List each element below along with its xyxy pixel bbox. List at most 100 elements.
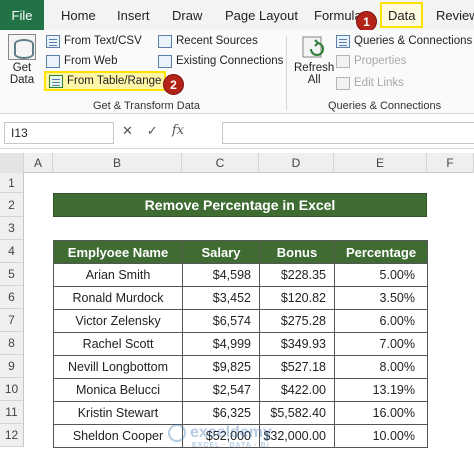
select-all-corner[interactable] [0,153,24,173]
from-web-button[interactable]: From Web [46,52,117,70]
cell-percentage[interactable]: 3.50% [334,286,428,310]
properties-button[interactable]: Properties [336,52,406,70]
from-table-range-button[interactable]: From Table/Range [44,71,167,91]
group-separator [286,36,287,110]
text-file-icon [46,34,60,48]
refresh-label-1: Refresh [294,62,335,74]
row-header[interactable]: 11 [0,401,24,424]
from-text-csv-button[interactable]: From Text/CSV [46,32,142,50]
row-header[interactable]: 10 [0,378,24,401]
table-row: Nevill Longbottom $9,825 $527.18 8.00% [53,355,428,379]
edit-links-icon [336,76,350,90]
group-label-queries: Queries & Connections [328,100,442,112]
cancel-icon[interactable]: ✕ [122,123,133,139]
cell-salary[interactable]: $4,598 [182,263,260,287]
cell-name[interactable]: Sheldon Cooper [53,424,183,448]
cell-bonus[interactable]: $422.00 [259,378,335,402]
cell-name[interactable]: Rachel Scott [53,332,183,356]
cell-percentage[interactable]: 6.00% [334,309,428,333]
cell-bonus[interactable]: $275.28 [259,309,335,333]
cell-percentage[interactable]: 10.00% [334,424,428,448]
column-header-e[interactable]: E [334,153,427,173]
get-data-label-2: Data [9,74,35,86]
cell-bonus[interactable]: $527.18 [259,355,335,379]
cell-salary[interactable]: $52,000 [182,424,260,448]
column-header-c[interactable]: C [182,153,259,173]
employee-table: Emplyoee Name Salary Bonus Percentage Ar… [53,240,428,448]
recent-sources-button[interactable]: Recent Sources [158,32,258,50]
header-percentage[interactable]: Percentage [334,240,428,264]
cell-salary[interactable]: $4,999 [182,332,260,356]
insert-function-icon[interactable]: fx [172,123,184,139]
cell-name[interactable]: Victor Zelensky [53,309,183,333]
cell-bonus[interactable]: $32,000.00 [259,424,335,448]
cell-bonus[interactable]: $120.82 [259,286,335,310]
cell-name[interactable]: Arian Smith [53,263,183,287]
column-header-b[interactable]: B [53,153,182,173]
row-header[interactable]: 4 [0,240,24,263]
column-header-a[interactable]: A [24,153,53,173]
row-header[interactable]: 1 [0,173,24,193]
tab-page-layout[interactable]: Page Layout [225,0,298,30]
name-box[interactable]: I13 [4,122,114,144]
existing-connections-icon [158,54,172,68]
cell-percentage[interactable]: 5.00% [334,263,428,287]
formula-input[interactable] [222,122,474,144]
tab-insert[interactable]: Insert [117,0,150,30]
formula-bar: I13 ✕ ✓ fx [0,117,474,149]
table-row: Kristin Stewart $6,325 $5,582.40 16.00% [53,401,428,425]
cell-name[interactable]: Kristin Stewart [53,401,183,425]
from-text-csv-label: From Text/CSV [64,35,142,47]
row-header[interactable]: 3 [0,217,24,240]
cell-salary[interactable]: $3,452 [182,286,260,310]
web-icon [46,54,60,68]
tab-file[interactable]: File [0,0,44,30]
cell-percentage[interactable]: 16.00% [334,401,428,425]
get-data-label-1: Get [12,62,32,74]
ribbon-data-tab: Get Data From Text/CSV From Web From Tab… [0,30,474,114]
cell-salary[interactable]: $2,547 [182,378,260,402]
tab-home[interactable]: Home [61,0,96,30]
cell-percentage[interactable]: 8.00% [334,355,428,379]
queries-connections-button[interactable]: Queries & Connections [336,32,472,50]
column-header-d[interactable]: D [259,153,334,173]
sheet-title[interactable]: Remove Percentage in Excel [53,193,427,217]
refresh-label-2: All [307,74,321,86]
cell-percentage[interactable]: 13.19% [334,378,428,402]
header-bonus[interactable]: Bonus [259,240,335,264]
edit-links-button[interactable]: Edit Links [336,74,404,92]
cell-bonus[interactable]: $228.35 [259,263,335,287]
column-header-f[interactable]: F [427,153,474,173]
tab-data[interactable]: Data [380,2,424,28]
tab-review[interactable]: Review [436,0,474,30]
refresh-icon [300,34,328,60]
cell-percentage[interactable]: 7.00% [334,332,428,356]
cell-name[interactable]: Ronald Murdock [53,286,183,310]
refresh-all-button[interactable]: Refresh All [294,34,334,86]
row-header[interactable]: 12 [0,424,24,447]
cell-salary[interactable]: $9,825 [182,355,260,379]
header-salary[interactable]: Salary [182,240,260,264]
cell-bonus[interactable]: $349.93 [259,332,335,356]
header-employee-name[interactable]: Emplyoee Name [53,240,183,264]
cell-bonus[interactable]: $5,582.40 [259,401,335,425]
enter-icon[interactable]: ✓ [147,123,158,139]
cell-name[interactable]: Nevill Longbottom [53,355,183,379]
tab-draw[interactable]: Draw [172,0,202,30]
row-header[interactable]: 6 [0,286,24,309]
recent-sources-icon [158,34,172,48]
table-header-row: Emplyoee Name Salary Bonus Percentage [53,240,428,264]
cell-salary[interactable]: $6,325 [182,401,260,425]
row-header[interactable]: 2 [0,193,24,217]
row-header[interactable]: 5 [0,263,24,286]
row-header[interactable]: 9 [0,355,24,378]
cell-salary[interactable]: $6,574 [182,309,260,333]
row-header[interactable]: 7 [0,309,24,332]
queries-connections-label: Queries & Connections [354,35,473,47]
get-data-button[interactable]: Get Data [8,34,36,86]
edit-links-label: Edit Links [354,77,404,89]
existing-connections-button[interactable]: Existing Connections [158,52,283,70]
formula-bar-icons: ✕ ✓ fx [122,123,184,139]
cell-name[interactable]: Monica Belucci [53,378,183,402]
row-header[interactable]: 8 [0,332,24,355]
